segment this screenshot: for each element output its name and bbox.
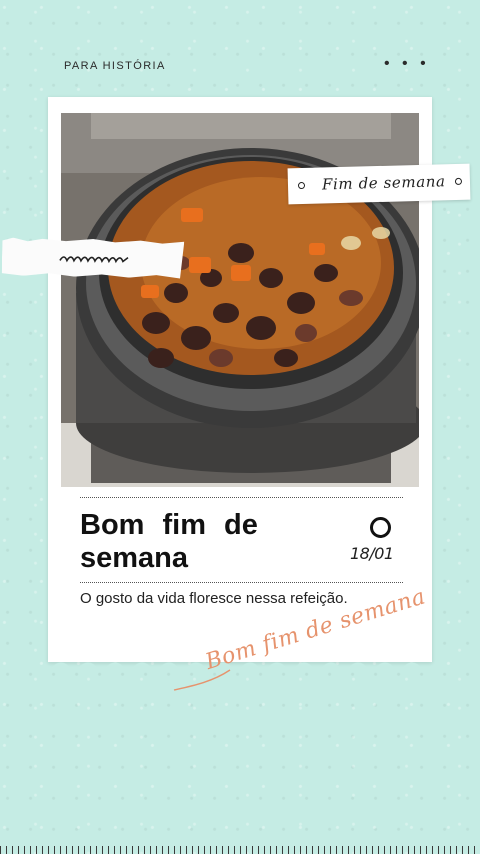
more-options-icon[interactable]: • • •: [384, 55, 430, 73]
tape-strip[interactable]: [2, 237, 185, 278]
weekend-sticker[interactable]: Fim de semana: [287, 163, 471, 205]
top-bar: PARA HISTÓRIA • • •: [0, 0, 480, 90]
card-subtitle: O gosto da vida floresce nessa refeição.: [80, 590, 348, 607]
section-label: PARA HISTÓRIA: [64, 60, 166, 72]
bottom-ruler: [0, 846, 480, 854]
scribble-icon: [58, 250, 130, 267]
divider-top: [80, 497, 403, 498]
card-date: 18/01: [350, 544, 394, 563]
card-title: Bom fim de semana: [80, 509, 258, 574]
divider-bottom: [80, 582, 403, 583]
circle-icon: [297, 181, 306, 190]
circle-icon: [454, 177, 463, 186]
sticker-label: Fim de semana: [321, 172, 446, 194]
circle-icon: [370, 517, 391, 538]
